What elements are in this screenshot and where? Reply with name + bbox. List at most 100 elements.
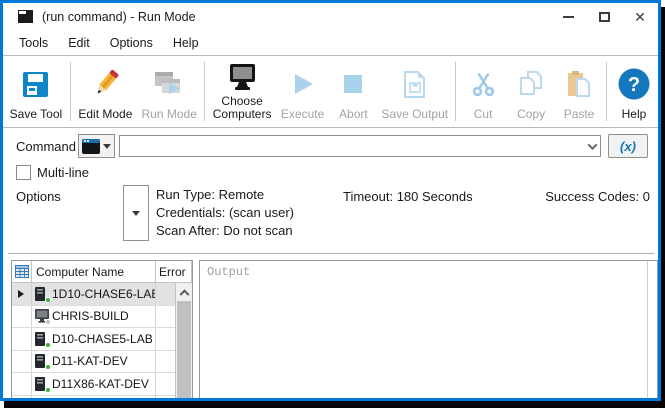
- column-header-computer-name[interactable]: Computer Name: [32, 261, 156, 282]
- command-type-dropdown[interactable]: [78, 134, 115, 158]
- row-selector-cell[interactable]: [12, 306, 32, 328]
- grid-scrollbar[interactable]: [175, 283, 192, 401]
- close-icon: ✕: [634, 10, 646, 24]
- options-label: Options: [16, 189, 61, 204]
- computer-name-cell[interactable]: D12-JAS-DEV: [32, 396, 156, 402]
- variables-button[interactable]: (x): [608, 134, 648, 158]
- row-selector-cell[interactable]: [12, 351, 32, 373]
- options-section: Options Run Type: Remote Credentials: (s…: [3, 185, 658, 247]
- multiline-checkbox[interactable]: [16, 165, 31, 180]
- menu-options[interactable]: Options: [100, 32, 163, 54]
- row-selector-cell[interactable]: [12, 373, 32, 395]
- options-dropdown-button[interactable]: [123, 185, 149, 241]
- scroll-up-button[interactable]: [176, 283, 192, 299]
- question-circle-icon: ?: [617, 60, 651, 108]
- status-dot: [45, 342, 51, 348]
- command-input[interactable]: [120, 136, 584, 156]
- menu-help[interactable]: Help: [163, 32, 209, 54]
- toolbar-separator: [204, 62, 205, 121]
- cut-button[interactable]: Cut: [459, 58, 507, 125]
- console-icon: [82, 139, 100, 154]
- computer-row[interactable]: D11X86-KAT-DEV: [12, 373, 192, 396]
- output-placeholder: Output: [207, 265, 250, 279]
- maximize-icon: [599, 12, 610, 22]
- output-scrollbar-gutter: [647, 261, 657, 401]
- computer-name-cell[interactable]: D11-KAT-DEV: [32, 351, 156, 373]
- computer-row[interactable]: D11-KAT-DEV: [12, 351, 192, 374]
- edit-mode-button[interactable]: Edit Mode: [74, 58, 137, 125]
- toolbar-separator: [455, 62, 456, 121]
- document-save-icon: [401, 60, 428, 108]
- status-dot: [45, 364, 51, 370]
- play-triangle-icon: [290, 60, 316, 108]
- computer-row[interactable]: 1D10-CHASE6-LAB: [12, 283, 192, 306]
- stop-square-icon: [342, 60, 364, 108]
- section-divider: [8, 253, 654, 254]
- chevron-down-icon: [587, 140, 597, 150]
- computer-name-cell[interactable]: CHRIS-BUILD: [32, 306, 156, 328]
- monitor-icon: [34, 398, 50, 401]
- copy-button[interactable]: Copy: [507, 58, 555, 125]
- pencil-icon: [90, 60, 120, 108]
- copy-pages-icon: [517, 60, 545, 108]
- save-tool-button[interactable]: Save Tool: [5, 58, 67, 125]
- computer-name: 1D10-CHASE6-LAB: [52, 287, 156, 301]
- column-header-error[interactable]: Error: [156, 261, 192, 282]
- status-dot: [45, 297, 51, 303]
- toolbar-separator: [70, 62, 71, 121]
- toolbar: Save Tool Edit Mode Run Mode Choose Comp…: [3, 56, 658, 128]
- paste-button[interactable]: Paste: [555, 58, 603, 125]
- computer-name: D11-KAT-DEV: [52, 354, 128, 368]
- row-selector-cell[interactable]: [12, 328, 32, 350]
- select-all-corner[interactable]: [12, 261, 32, 282]
- status-dot: [45, 387, 51, 393]
- clipboard-icon: [565, 60, 593, 108]
- computer-name-cell[interactable]: D11X86-KAT-DEV: [32, 373, 156, 395]
- chevron-up-icon: [179, 289, 189, 299]
- scrollbar-thumb[interactable]: [177, 301, 191, 401]
- server-icon: [34, 376, 50, 392]
- menu-edit[interactable]: Edit: [58, 32, 100, 54]
- floppy-disk-icon: [22, 60, 49, 108]
- status-dot: [45, 319, 51, 325]
- computer-name-cell[interactable]: 1D10-CHASE6-LAB: [32, 283, 156, 305]
- toolbar-separator: [606, 62, 607, 121]
- menu-tools[interactable]: Tools: [9, 32, 58, 54]
- svg-text:?: ?: [628, 74, 640, 96]
- success-codes-value: Success Codes: 0: [545, 189, 650, 204]
- windows-play-icon: [153, 60, 185, 108]
- computer-name: D11X86-KAT-DEV: [52, 377, 149, 391]
- computer-name: CHRIS-BUILD: [52, 309, 129, 323]
- chevron-down-icon: [132, 211, 140, 216]
- credentials-value: Credentials: (scan user): [156, 204, 294, 222]
- row-selector-cell[interactable]: [12, 283, 32, 305]
- minimize-button[interactable]: [550, 3, 586, 30]
- execute-button[interactable]: Execute: [276, 58, 330, 125]
- help-button[interactable]: ? Help: [610, 58, 658, 125]
- menu-bar: Tools Edit Options Help: [3, 30, 658, 56]
- command-label: Command: [16, 139, 78, 154]
- chevron-down-icon: [103, 144, 111, 149]
- computer-grid: Computer Name Error 1D10-CHASE6-LAB CHRI…: [11, 260, 193, 401]
- close-button[interactable]: ✕: [622, 3, 658, 30]
- output-panel[interactable]: Output: [199, 260, 658, 401]
- options-summary: Run Type: Remote Credentials: (scan user…: [156, 186, 294, 240]
- main-area: Computer Name Error 1D10-CHASE6-LAB CHRI…: [3, 260, 658, 401]
- command-combo-chevron[interactable]: [584, 136, 600, 156]
- row-selector-cell[interactable]: [12, 396, 32, 402]
- computer-name: D12-JAS-DEV: [52, 399, 129, 401]
- minimize-icon: [563, 16, 574, 18]
- window-title: (run command) - Run Mode: [42, 10, 196, 24]
- table-grid-icon: [15, 265, 29, 278]
- abort-button[interactable]: Abort: [329, 58, 377, 125]
- computer-name-cell[interactable]: D10-CHASE5-LAB: [32, 328, 156, 350]
- save-output-button[interactable]: Save Output: [377, 58, 452, 125]
- run-mode-button[interactable]: Run Mode: [137, 58, 201, 125]
- computer-row[interactable]: D10-CHASE5-LAB: [12, 328, 192, 351]
- computer-row[interactable]: CHRIS-BUILD: [12, 306, 192, 329]
- computer-row[interactable]: D12-JAS-DEV: [12, 396, 192, 402]
- choose-computers-button[interactable]: Choose Computers: [208, 58, 275, 125]
- title-bar[interactable]: (run command) - Run Mode ✕: [3, 3, 658, 30]
- server-icon: [34, 286, 50, 302]
- maximize-button[interactable]: [586, 3, 622, 30]
